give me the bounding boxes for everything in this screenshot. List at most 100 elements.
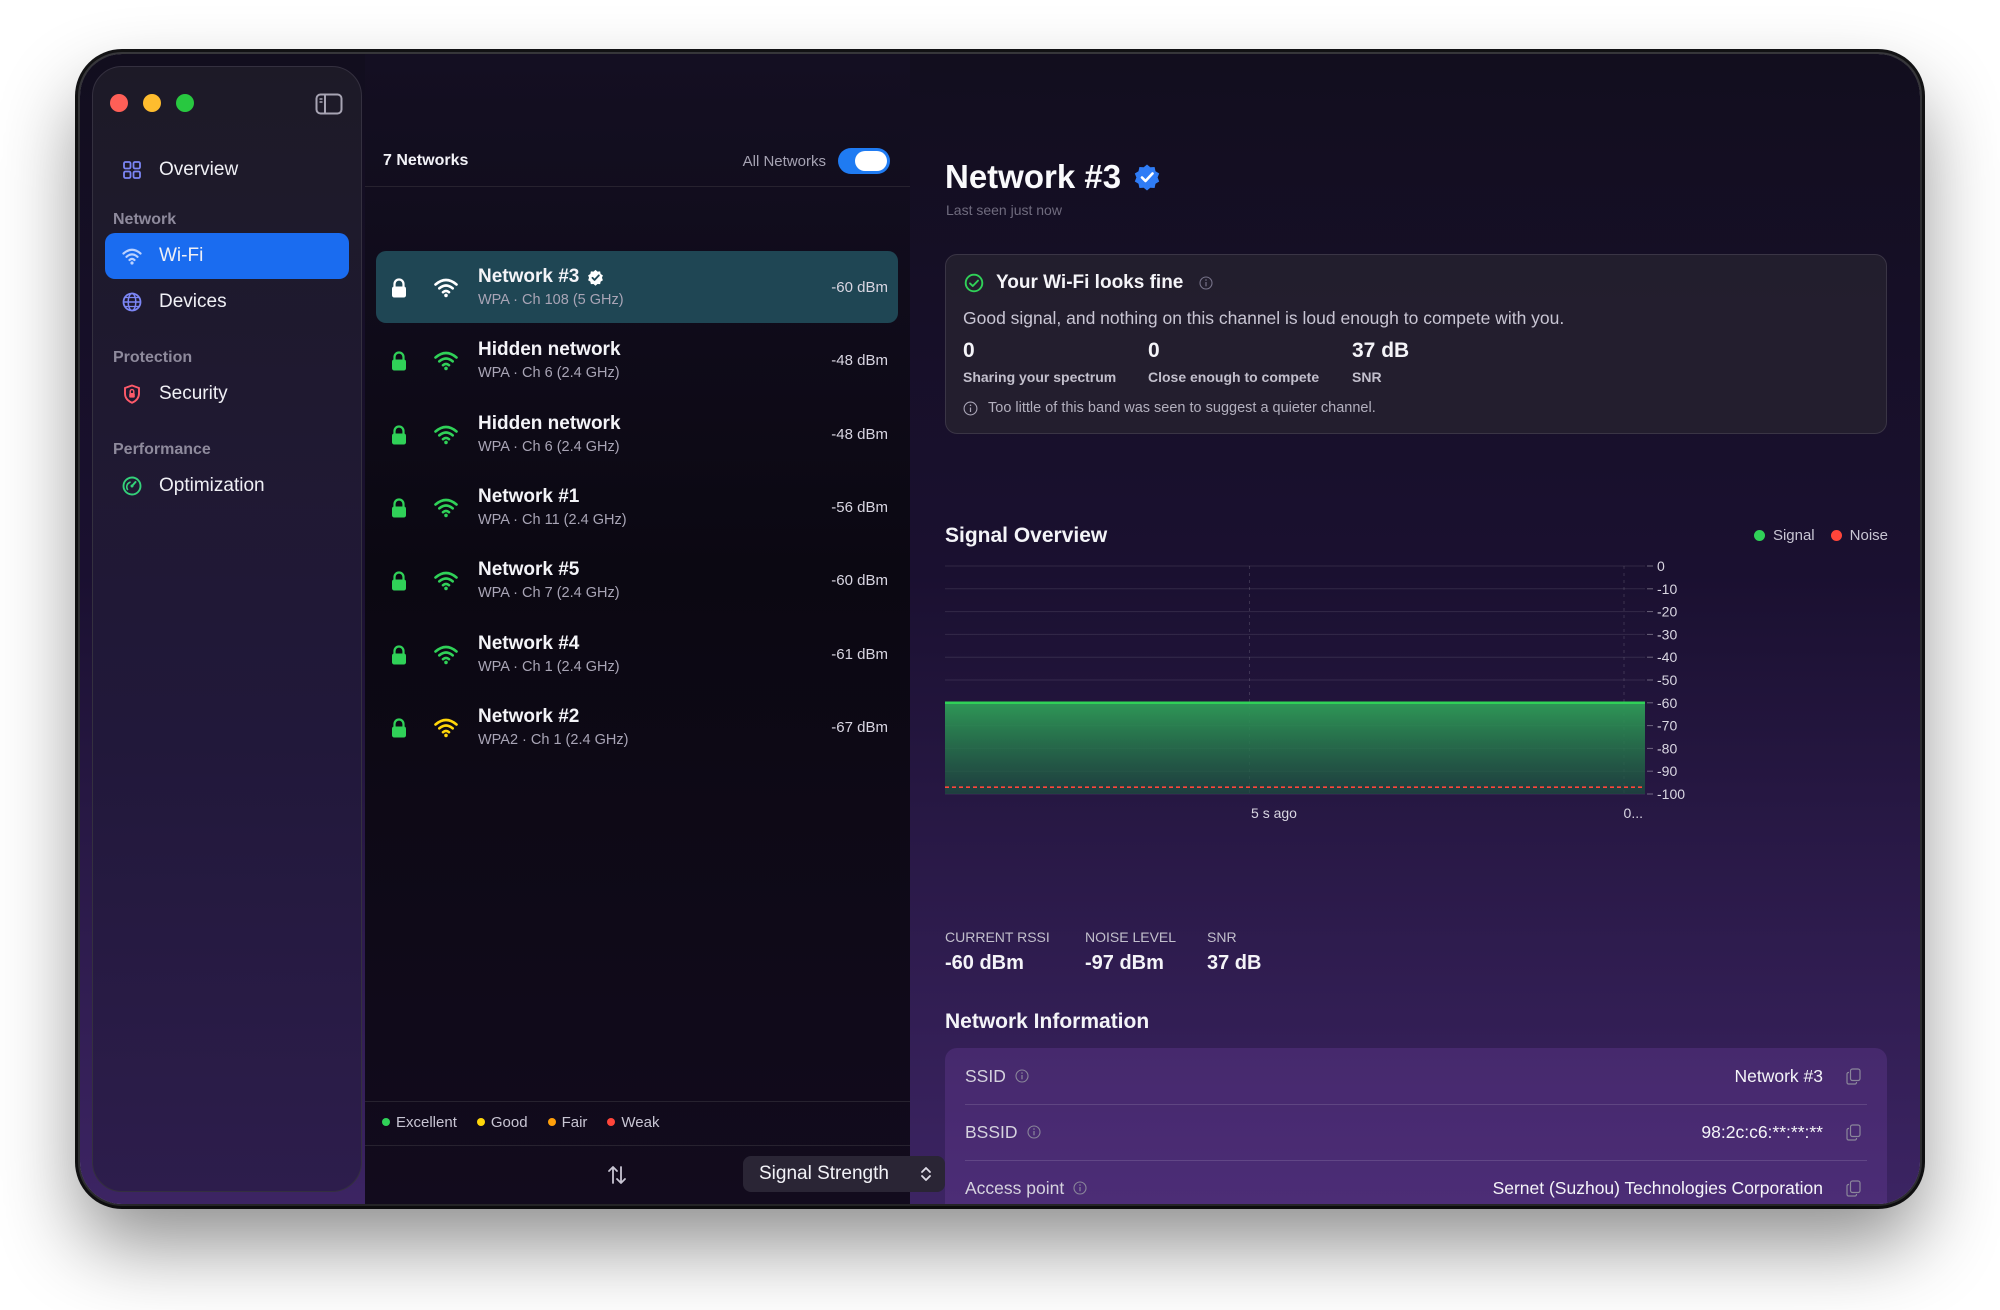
lock-icon <box>392 351 406 371</box>
gauge-icon <box>122 476 142 496</box>
lock-icon <box>392 644 406 664</box>
network-info-card: SSID Network #3 BSSID 98:2c:c6:**:**:** … <box>945 1048 1887 1204</box>
all-networks-toggle[interactable] <box>838 148 890 174</box>
stat-value: 0 <box>1148 339 1160 362</box>
chart-legend-signal: Signal <box>1753 527 1815 544</box>
network-name-text: Network #4 <box>478 632 580 654</box>
network-name-text: Network #2 <box>478 705 580 727</box>
network-row[interactable]: Network #3 WPA · Ch 108 (5 GHz) -60 dBm <box>376 251 898 323</box>
globe-icon <box>122 292 142 312</box>
network-row[interactable]: Hidden network WPA · Ch 6 (2.4 GHz) -48 dB… <box>376 398 898 470</box>
stat-competing: 0 Close enough to compete <box>1148 339 1319 385</box>
network-row[interactable]: Network #5 WPA · Ch 7 (2.4 GHz) -60 dBm <box>376 544 898 616</box>
divider <box>365 1101 910 1102</box>
info-row-ssid: SSID Network #3 <box>945 1048 1887 1104</box>
info-icon[interactable] <box>1015 1069 1029 1083</box>
signal-area <box>945 702 1645 794</box>
wifi-signal-icon <box>434 498 458 518</box>
wifi-icon <box>122 248 142 265</box>
grid-icon <box>123 161 141 179</box>
y-tick-label: -90 <box>1657 763 1677 779</box>
network-name-text: Network #1 <box>478 485 580 507</box>
network-details: WPA · Ch 11 (2.4 GHz) <box>478 511 627 528</box>
info-value: Sernet (Suzhou) Technologies Corporation <box>1492 1177 1823 1198</box>
legend-item-fair: Fair <box>547 1114 587 1131</box>
network-rssi: -56 dBm <box>831 498 888 516</box>
network-name: Hidden network <box>478 413 621 435</box>
list-header: 7 Networks All Networks <box>383 146 890 176</box>
network-name: Network #5 <box>478 559 579 581</box>
network-name-text: Hidden network <box>478 412 621 434</box>
sort-direction-icon[interactable] <box>605 1163 629 1187</box>
x-tick-label: 0... <box>1624 805 1643 821</box>
network-count: 7 Networks <box>383 152 469 169</box>
status-heading-text: Your Wi-Fi looks fine <box>996 272 1184 293</box>
section-label-performance: Performance <box>113 441 211 458</box>
metric-value: -97 dBm <box>1085 952 1164 974</box>
stat-label: Close enough to compete <box>1148 369 1320 385</box>
signal-overview-title: Signal Overview <box>945 524 1108 547</box>
network-row[interactable]: Network #2 WPA2 · Ch 1 (2.4 GHz) -67 dBm <box>376 691 898 763</box>
network-row[interactable]: Hidden network WPA · Ch 6 (2.4 GHz) -48 dB… <box>376 324 898 396</box>
network-rssi: -67 dBm <box>831 718 888 736</box>
network-rssi: -61 dBm <box>831 645 888 663</box>
minimize-window-button[interactable] <box>143 94 161 112</box>
wifi-signal-icon <box>434 571 458 591</box>
info-key: BSSID <box>965 1122 1041 1143</box>
copy-icon[interactable] <box>1846 1180 1861 1197</box>
wifi-signal-icon <box>434 645 458 664</box>
wifi-signal-icon <box>434 352 458 371</box>
zoom-window-button[interactable] <box>176 94 194 112</box>
metric-current-rssi: CURRENT RSSI -60 dBm <box>945 929 1050 975</box>
verified-badge-icon <box>588 269 604 286</box>
network-row[interactable]: Network #1 WPA · Ch 11 (2.4 GHz) -56 dBm <box>376 471 898 543</box>
network-name: Network #3 <box>478 266 604 288</box>
network-list-pane: 7 Networks All Networks Network #3 WPA · … <box>365 54 945 1204</box>
stat-value: 0 <box>963 339 975 362</box>
y-tick-label: -80 <box>1657 740 1677 756</box>
info-icon[interactable] <box>1073 1181 1087 1195</box>
y-tick-label: 0 <box>1657 558 1665 574</box>
network-name: Network #2 <box>478 706 579 728</box>
network-name-text: Network #3 <box>478 266 580 287</box>
info-icon <box>963 401 978 415</box>
close-window-button[interactable] <box>110 94 128 112</box>
sidebar-item-label: Wi-Fi <box>159 245 204 266</box>
sidebar-item-label: Security <box>159 383 228 404</box>
y-tick-label: -70 <box>1657 718 1677 734</box>
sidebar-item-optimization[interactable]: Optimization <box>105 463 349 509</box>
network-row[interactable]: Network #4 WPA · Ch 1 (2.4 GHz) -61 dBm <box>376 618 898 690</box>
legend-item-good: Good <box>476 1114 528 1131</box>
network-details: WPA · Ch 108 (5 GHz) <box>478 292 624 308</box>
sidebar-item-label: Overview <box>159 159 239 180</box>
sidebar-item-label: Optimization <box>159 475 265 496</box>
info-icon[interactable] <box>1026 1125 1041 1139</box>
stat-value: 37 dB <box>1352 339 1410 362</box>
sidebar-item-wifi[interactable]: Wi-Fi <box>105 233 349 279</box>
y-tick-label: -40 <box>1657 649 1677 665</box>
sidebar-item-overview[interactable]: Overview <box>105 147 349 193</box>
y-tick-label: -30 <box>1657 626 1677 642</box>
sidebar-item-security[interactable]: Security <box>105 371 349 417</box>
copy-icon[interactable] <box>1846 1124 1861 1141</box>
status-note-text: Too little of this band was seen to sugg… <box>988 400 1376 416</box>
sidebar-item-devices[interactable]: Devices <box>105 279 349 325</box>
info-value: 98:2c:c6:**:**:** <box>1701 1121 1823 1142</box>
sidebar-toggle-icon[interactable] <box>315 93 343 115</box>
lock-icon <box>392 278 406 298</box>
y-tick-label: -60 <box>1657 695 1677 711</box>
status-description: Good signal, and nothing on this channel… <box>963 308 1565 328</box>
wifi-signal-icon <box>434 718 458 737</box>
shield-icon <box>124 384 140 404</box>
network-details: WPA · Ch 7 (2.4 GHz) <box>478 585 620 602</box>
info-icon[interactable] <box>1199 276 1213 290</box>
page-title: Network #3 <box>945 158 1161 196</box>
network-name: Network #4 <box>478 633 579 655</box>
last-seen-text: Last seen just now <box>946 202 1062 218</box>
metric-value: 37 dB <box>1207 952 1262 974</box>
y-tick-label: -50 <box>1657 672 1677 688</box>
sort-select-value: Signal Strength <box>759 1163 889 1184</box>
x-tick-label: 5 s ago <box>1251 805 1297 821</box>
all-networks-label: All Networks <box>742 152 826 170</box>
copy-icon[interactable] <box>1846 1068 1861 1085</box>
